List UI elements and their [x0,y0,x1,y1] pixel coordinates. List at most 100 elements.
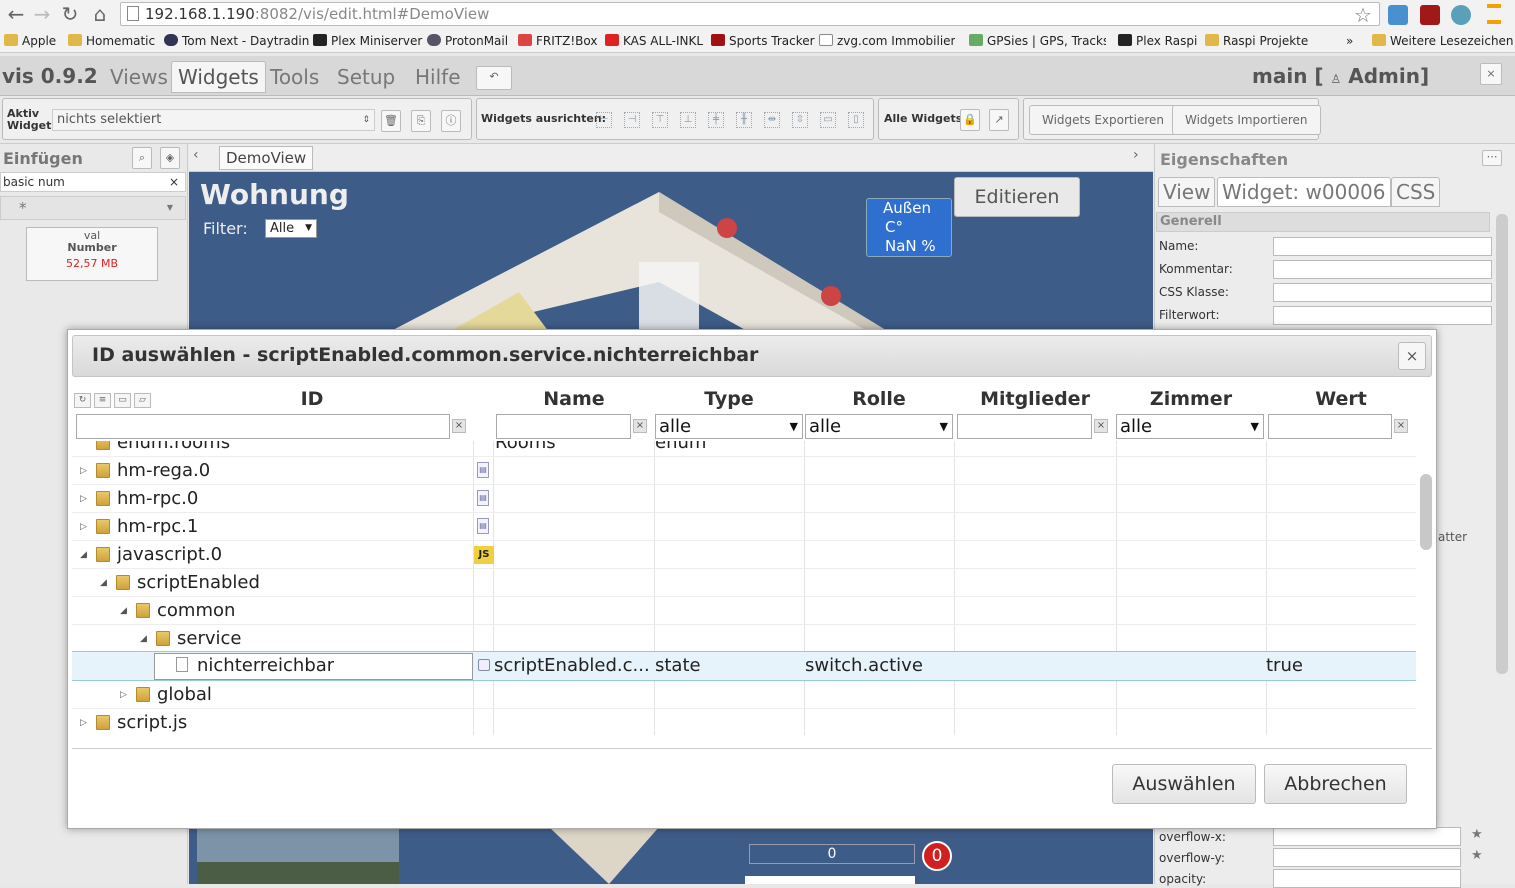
filter-value-input[interactable] [1268,414,1392,439]
external-link-icon[interactable]: ↗ [989,109,1009,131]
bookmark-kas[interactable]: KAS ALL-INKL [605,33,703,49]
prop-cssclass-input[interactable] [1273,283,1492,302]
column-room[interactable]: Zimmer [1116,388,1266,410]
expand-icon[interactable]: ▷ [80,457,87,485]
notification-badge[interactable]: 0 [922,841,952,871]
tag-icon[interactable]: ◈ [160,147,180,169]
prop-filterword-input[interactable] [1273,306,1492,325]
collapse-icon[interactable]: ◢ [80,541,87,569]
column-id[interactable]: ID [72,388,552,410]
prop-comment-input[interactable] [1273,260,1492,279]
overflow-x-select[interactable] [1273,827,1461,846]
filter-name-input[interactable] [496,414,631,439]
star-bookmark-icon[interactable]: ☆ [1354,3,1372,27]
outside-temperature-widget[interactable]: Außen C° NaN % [866,198,952,257]
extension-icon-1[interactable] [1388,5,1408,25]
bookmark-raspi-projekte[interactable]: Raspi Projekte [1205,33,1308,49]
column-name[interactable]: Name [494,388,654,410]
bookmark-other[interactable]: Weitere Lesezeichen [1372,33,1514,49]
tree-row[interactable]: ▷ hm-rpc.0 ▤ [72,485,1416,513]
chevron-right-icon[interactable]: › [1133,147,1139,163]
clear-members-filter[interactable]: × [1094,419,1108,433]
star-icon[interactable]: ★ [1471,827,1483,842]
tree-row[interactable]: ▷ global [72,681,1416,709]
filter-id-input[interactable] [76,414,450,439]
info-icon[interactable]: ⓘ [441,110,461,132]
widget-filter-input[interactable]: basic num × [0,172,186,192]
tree-row[interactable]: enum.rooms Rooms enum [72,441,1416,457]
column-value[interactable]: Wert [1266,388,1416,410]
collapse-icon[interactable]: ◢ [120,597,127,625]
extension-icon-3[interactable] [1451,5,1471,25]
tab-setup[interactable]: Setup [330,61,402,93]
active-widget-select[interactable]: nichts selektiert ⇕ [52,109,375,131]
select-button[interactable]: Auswählen [1112,764,1256,804]
same-width-icon[interactable]: ▭ [820,112,836,128]
search-icon[interactable]: ⌕ [132,147,152,169]
align-bottom-icon[interactable]: ⊥ [680,112,696,128]
same-height-icon[interactable]: ▯ [848,112,864,128]
edit-button[interactable]: Editieren [954,177,1080,217]
home-icon[interactable]: ⌂ [88,3,112,25]
filter-type-select[interactable]: alle ▼ [655,414,803,439]
collapse-icon[interactable]: ⋯ [1482,150,1502,166]
import-widgets-button[interactable]: Widgets Importieren [1172,105,1321,135]
address-bar[interactable]: 192.168.1.190:8082/vis/edit.html#DemoVie… [120,2,1380,26]
clear-value-filter[interactable]: × [1394,419,1408,433]
lock-icon[interactable]: 🔒 [960,109,980,131]
close-icon[interactable]: × [1480,63,1502,85]
column-type[interactable]: Type [654,388,804,410]
clear-icon[interactable]: × [169,173,179,191]
distribute-h-icon[interactable]: ⇹ [764,112,780,128]
tree-row[interactable]: ◢ javascript.0 JS [72,541,1416,569]
expand-icon[interactable]: ▷ [80,513,87,541]
export-widgets-button[interactable]: Widgets Exportieren [1029,105,1177,135]
back-icon[interactable]: ← [4,3,28,25]
grid-scrollbar[interactable] [1420,474,1432,550]
tab-css[interactable]: CSS [1391,177,1441,207]
cancel-button[interactable]: Abbrechen [1264,764,1407,804]
distribute-v-icon[interactable]: ⇳ [792,112,808,128]
tree-row[interactable]: ◢ scriptEnabled [72,569,1416,597]
bookmarks-more[interactable]: » [1346,33,1353,49]
dialog-close-button[interactable]: × [1398,342,1426,370]
bookmark-protonmail[interactable]: ProtonMail [427,33,508,49]
chevron-left-icon[interactable]: ‹ [193,147,199,163]
copy-icon[interactable]: ⎘ [411,110,431,132]
filter-room-select[interactable]: alle ▼ [1116,414,1264,439]
clear-name-filter[interactable]: × [633,419,647,433]
tab-widget[interactable]: Widget: w00006 [1217,177,1391,207]
widget-preview-basic-num[interactable]: val Number 52,57 MB [26,227,158,281]
tree-row[interactable]: ▷ hm-rpc.1 ▤ [72,513,1416,541]
opacity-input[interactable] [1273,869,1461,888]
prop-name-input[interactable] [1273,237,1492,256]
bookmark-homematic[interactable]: Homematic [68,33,155,49]
tree-row[interactable]: ▷ script.js [72,709,1416,735]
tab-hilfe[interactable]: Hilfe [408,61,468,93]
clear-id-filter[interactable]: × [452,419,466,433]
delete-icon[interactable]: 🗑 [381,110,401,132]
view-tab-demoview[interactable]: DemoView [219,146,314,170]
ublock-icon[interactable] [1420,5,1440,25]
tab-views[interactable]: Views [103,61,175,93]
tab-widgets[interactable]: Widgets [171,61,266,93]
tab-view[interactable]: View [1158,177,1216,207]
align-left-icon[interactable]: ⊢ [596,112,612,128]
bookmark-plex-miniserver[interactable]: Plex Miniserver [313,33,422,49]
bookmark-zvg[interactable]: zvg.com Immobilien-Z [819,33,955,49]
expand-icon[interactable]: ▷ [120,681,127,709]
properties-scrollbar[interactable] [1496,214,1508,674]
tree-row[interactable]: ◢ common [72,597,1416,625]
collapse-icon[interactable]: ◢ [140,625,147,653]
bookmark-fritzbox[interactable]: FRITZ!Box [518,33,597,49]
overflow-y-select[interactable] [1273,848,1461,867]
bookmark-gpsies[interactable]: GPSies | GPS, Tracks, S [969,33,1106,49]
star-icon[interactable]: ★ [1471,848,1483,863]
align-vcenter-icon[interactable]: ╫ [736,112,752,128]
reload-icon[interactable]: ↻ [58,3,82,25]
expand-icon[interactable]: ▷ [80,709,87,735]
menu-icon[interactable] [1487,4,1501,24]
widget-set-select[interactable]: * ▼ [0,196,186,220]
filter-role-select[interactable]: alle ▼ [805,414,953,439]
bookmark-apple[interactable]: Apple [4,33,56,49]
